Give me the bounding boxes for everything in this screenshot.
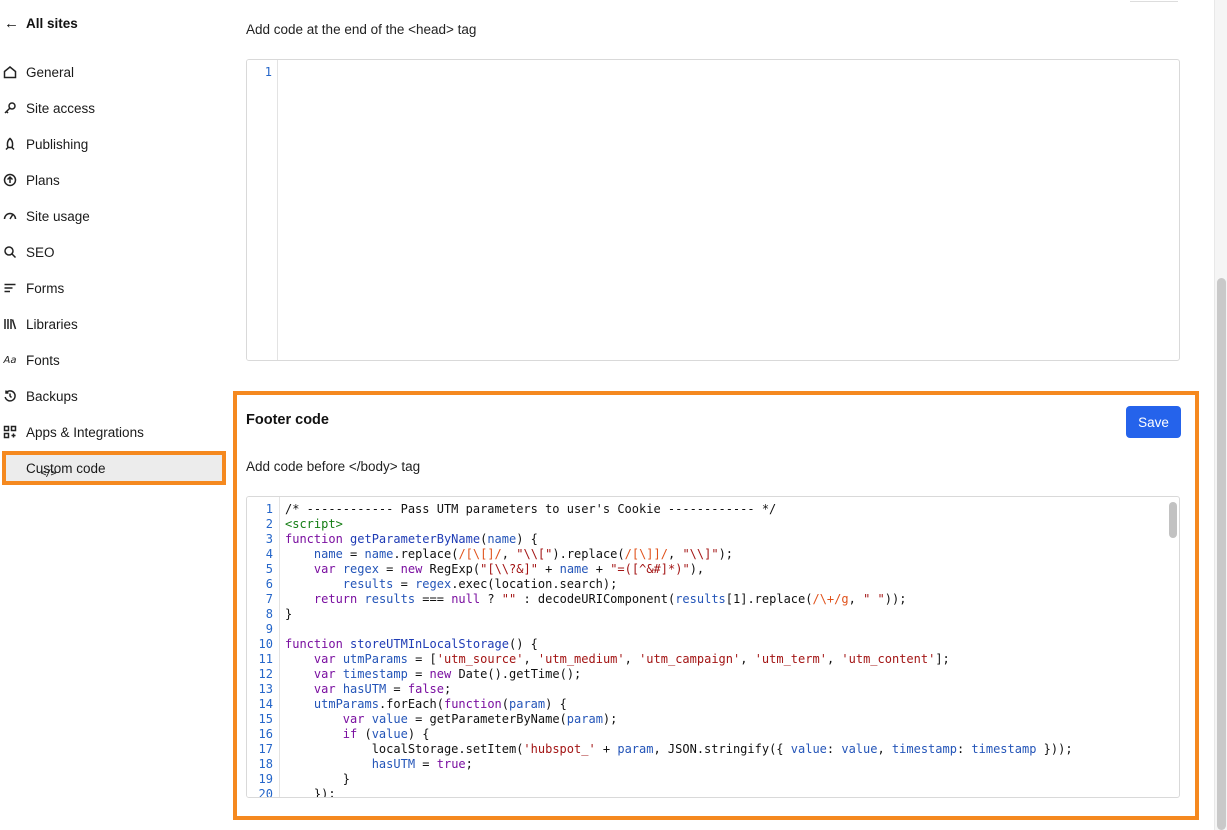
sidebar-item-backups[interactable]: Backups (0, 378, 228, 414)
font-icon: Aa (3, 354, 17, 366)
code-line: }); (285, 787, 336, 798)
sidebar-item-label: Apps & Integrations (26, 424, 144, 440)
code-line: utmParams.forEach(function(param) { (313, 697, 567, 711)
lines-icon (3, 281, 17, 295)
line-number: 17 (258, 742, 273, 756)
sidebar-item-general[interactable]: General (0, 54, 228, 90)
rocket-icon (3, 137, 17, 151)
code-line: /* ------------ Pass UTM parameters to u… (285, 502, 777, 516)
footer-code-editor[interactable]: 1 2 3 4 5 6 7 8 9 10 11 12 13 14 15 16 17 18 19 20 /* -----… (246, 496, 1180, 798)
back-to-all-sites-link[interactable]: ← All sites (4, 14, 78, 32)
code-content[interactable]: /* ------------ Pass UTM parameters to u… (285, 502, 1163, 798)
line-number: 9 (265, 622, 273, 636)
line-number: 16 (258, 727, 273, 741)
code-line: } (285, 607, 293, 621)
footer-code-label: Add code before </body> tag (246, 459, 421, 474)
sidebar-item-label: Libraries (26, 316, 78, 332)
home-icon (3, 65, 17, 79)
sidebar-item-label: Backups (26, 388, 78, 404)
sidebar-item-seo[interactable]: SEO (0, 234, 228, 270)
arrow-left-icon: ← (4, 14, 19, 32)
editor-scrollbar[interactable] (1169, 500, 1177, 792)
sidebar-item-label: Site access (26, 100, 96, 116)
line-number: 1 (265, 502, 273, 516)
line-number: 1 (264, 65, 272, 79)
line-number: 19 (258, 772, 273, 786)
head-code-label: Add code at the end of the <head> tag (246, 22, 477, 37)
back-label: All sites (26, 15, 78, 31)
sidebar-item-site-access[interactable]: Site access (0, 90, 228, 126)
code-line: var value = getParameterByName(param); (342, 712, 618, 726)
sidebar-item-label: Site usage (26, 208, 90, 224)
line-number: 8 (265, 607, 273, 621)
line-number: 18 (258, 757, 273, 771)
code-line: results = regex.exec(location.search); (342, 577, 618, 591)
sidebar-item-label: Custom code (26, 460, 106, 476)
sidebar-item-site-usage[interactable]: Site usage (0, 198, 228, 234)
line-number: 6 (265, 577, 273, 591)
code-line: var regex = new RegExp("[\\?&]" + name +… (313, 562, 705, 576)
head-code-editor[interactable]: 1 (246, 59, 1180, 361)
sidebar-item-forms[interactable]: Forms (0, 270, 228, 306)
top-divider (1130, 0, 1178, 2)
code-line: var utmParams = ['utm_source', 'utm_medi… (313, 652, 950, 666)
code-line: if (value) { (342, 727, 430, 741)
line-number: 11 (258, 652, 273, 666)
sidebar-item-label: Fonts (26, 352, 60, 368)
gauge-icon (3, 209, 17, 223)
line-number: 15 (258, 712, 273, 726)
line-number-gutter: 1 2 3 4 5 6 7 8 9 10 11 12 13 14 15 16 17 18 19 20 (247, 497, 280, 797)
code-line: <script> (285, 517, 343, 531)
search-icon (3, 245, 17, 259)
code-line: function storeUTMInLocalStorage() { (285, 637, 538, 651)
apps-icon (3, 425, 17, 439)
sidebar-item-custom-code[interactable]: </> Custom code (0, 450, 228, 486)
line-number: 2 (265, 517, 273, 531)
code-line: function getParameterByName(name) { (285, 532, 538, 546)
code-line: localStorage.setItem('hubspot_' + param,… (285, 742, 1073, 756)
key-icon (3, 101, 17, 115)
line-number: 7 (265, 592, 273, 606)
code-line: name = name.replace(/[\[]/, "\\[").repla… (313, 547, 734, 561)
page-scrollbar[interactable] (1214, 0, 1227, 830)
page-scrollbar-thumb[interactable] (1217, 278, 1226, 830)
settings-sidebar: ← All sites General Site access Publishi… (0, 0, 232, 830)
editor-scrollbar-thumb[interactable] (1169, 502, 1177, 538)
line-number-gutter: 1 (247, 60, 278, 360)
code-line: return results === null ? "" : decodeURI… (313, 592, 907, 606)
sidebar-item-plans[interactable]: Plans (0, 162, 228, 198)
settings-nav: General Site access Publishing Plans Sit… (0, 54, 228, 486)
library-icon (3, 317, 17, 331)
sidebar-item-label: SEO (26, 244, 55, 260)
sidebar-item-label: Plans (26, 172, 60, 188)
history-icon (3, 389, 17, 403)
code-line: var timestamp = new Date().getTime(); (313, 667, 582, 681)
line-number: 5 (265, 562, 273, 576)
footer-code-title: Footer code (246, 412, 329, 428)
code-line: } (285, 772, 351, 786)
sidebar-item-publishing[interactable]: Publishing (0, 126, 228, 162)
sidebar-item-apps-integrations[interactable]: Apps & Integrations (0, 414, 228, 450)
code-line: ​ (285, 622, 1163, 637)
line-number: 12 (258, 667, 273, 681)
line-number: 3 (265, 532, 273, 546)
sidebar-item-label: Forms (26, 280, 65, 296)
sidebar-item-label: Publishing (26, 136, 89, 152)
save-button[interactable]: Save (1126, 406, 1181, 438)
line-number: 10 (258, 637, 273, 651)
line-number: 13 (258, 682, 273, 696)
sidebar-item-libraries[interactable]: Libraries (0, 306, 228, 342)
code-line: hasUTM = true; (371, 757, 473, 771)
line-number: 4 (265, 547, 273, 561)
line-number: 14 (258, 697, 273, 711)
code-line: var hasUTM = false; (313, 682, 452, 696)
line-number: 20 (258, 787, 273, 798)
sidebar-item-label: General (26, 64, 75, 80)
sidebar-item-fonts[interactable]: Aa Fonts (0, 342, 228, 378)
upgrade-icon (3, 173, 17, 187)
